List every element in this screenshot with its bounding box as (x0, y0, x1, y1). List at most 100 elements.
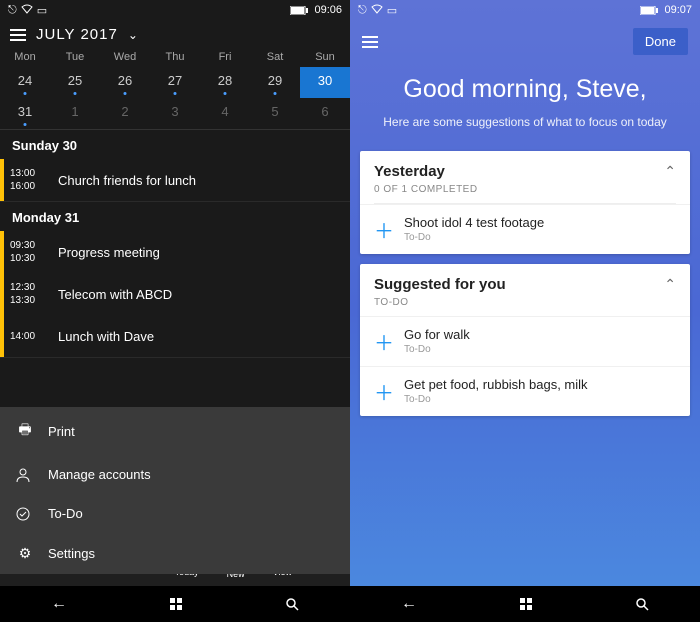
todo-source: To-Do (404, 394, 588, 405)
hamburger-icon[interactable] (10, 29, 26, 41)
day-cell[interactable]: 2 (100, 98, 150, 129)
hamburger-icon[interactable] (362, 36, 378, 48)
nav-bar: ← (350, 586, 700, 622)
week-row: 24 25 26 27 28 29 30 (0, 67, 350, 98)
day-cell-selected[interactable]: 30 (300, 67, 350, 98)
card-title: Yesterday (374, 163, 478, 180)
day-cell[interactable]: 29 (250, 67, 300, 98)
back-button[interactable]: ← (401, 595, 417, 613)
home-button[interactable] (169, 597, 183, 611)
search-button[interactable] (635, 597, 649, 611)
check-circle-icon (16, 507, 34, 521)
card-subtitle: TO-DO (374, 297, 506, 308)
chevron-down-icon[interactable]: ⌄ (128, 28, 138, 42)
card-header[interactable]: Suggested for you TO-DO ⌃ (360, 264, 690, 316)
person-icon (16, 468, 34, 482)
event-times: 14:00 (4, 326, 46, 347)
weekday-label: Sat (250, 51, 300, 63)
day-cell[interactable]: 3 (150, 98, 200, 129)
print-icon: 🖶 (16, 419, 34, 443)
event-title: Progress meeting (46, 245, 160, 260)
agenda-day-title: Sunday 30 (0, 130, 350, 159)
todo-title: Go for walk (404, 327, 470, 342)
event-row[interactable]: 12:3013:30 Telecom with ABCD (0, 273, 350, 315)
battery-icon (290, 6, 308, 15)
menu-settings[interactable]: ⚙ Settings (0, 533, 350, 574)
event-row[interactable]: 14:00 Lunch with Dave (0, 315, 350, 357)
menu-label: To-Do (48, 506, 83, 521)
chevron-up-icon[interactable]: ⌃ (664, 163, 676, 180)
weekday-label: Mon (0, 51, 50, 63)
event-title: Lunch with Dave (46, 329, 154, 344)
todo-item[interactable]: ＋ Get pet food, rubbish bags, milk To-Do (360, 366, 690, 416)
day-cell[interactable]: 28 (200, 67, 250, 98)
card-yesterday: Yesterday 0 OF 1 COMPLETED ⌃ ＋ Shoot ido… (360, 151, 690, 254)
menu-print[interactable]: 🖶 Print (0, 407, 350, 455)
card-header[interactable]: Yesterday 0 OF 1 COMPLETED ⌃ (360, 151, 690, 203)
menu-manage-accounts[interactable]: Manage accounts (0, 455, 350, 494)
month-title[interactable]: JULY 2017 (36, 26, 118, 43)
greeting-subtitle: Here are some suggestions of what to foc… (374, 114, 676, 131)
todo-item[interactable]: ＋ Shoot idol 4 test footage To-Do (360, 204, 690, 254)
menu-todo[interactable]: To-Do (0, 494, 350, 533)
todo-item[interactable]: ＋ Go for walk To-Do (360, 316, 690, 366)
todo-source: To-Do (404, 344, 470, 355)
day-cell[interactable]: 26 (100, 67, 150, 98)
card-title: Suggested for you (374, 276, 506, 293)
event-times: 12:3013:30 (4, 277, 46, 311)
event-row[interactable]: 13:0016:00 Church friends for lunch (0, 159, 350, 201)
chevron-up-icon[interactable]: ⌃ (664, 276, 676, 293)
todo-app: ⎋ ▭ 09:07 Done Good morning, Steve, Here… (350, 0, 700, 622)
event-times: 09:3010:30 (4, 235, 46, 269)
status-bar: ⎋ ▭ 09:06 (0, 0, 350, 20)
weekday-label: Wed (100, 51, 150, 63)
day-cell[interactable]: 27 (150, 67, 200, 98)
calendar-app: ⎋ ▭ 09:06 JULY 2017 ⌄ Mon Tue Wed Thu Fr… (0, 0, 350, 622)
location-icon: ⎋ (358, 4, 367, 17)
message-icon: ▭ (387, 4, 397, 17)
back-button[interactable]: ← (51, 595, 67, 613)
weekday-row: Mon Tue Wed Thu Fri Sat Sun (0, 47, 350, 67)
add-icon[interactable]: ＋ (374, 215, 392, 244)
menu-label: Print (48, 424, 75, 439)
done-button[interactable]: Done (633, 28, 688, 55)
agenda-day: Sunday 30 13:0016:00 Church friends for … (0, 130, 350, 202)
search-button[interactable] (285, 597, 299, 611)
cards-container: Yesterday 0 OF 1 COMPLETED ⌃ ＋ Shoot ido… (350, 151, 700, 416)
more-menu: 🖶 Print Manage accounts To-Do ⚙ Settings (0, 407, 350, 574)
calendar-header: JULY 2017 ⌄ (0, 20, 350, 47)
event-title: Telecom with ABCD (46, 287, 172, 302)
day-cell[interactable]: 6 (300, 98, 350, 129)
add-icon[interactable]: ＋ (374, 377, 392, 406)
day-cell[interactable]: 1 (50, 98, 100, 129)
add-icon[interactable]: ＋ (374, 327, 392, 356)
day-cell[interactable]: 4 (200, 98, 250, 129)
event-title: Church friends for lunch (46, 173, 196, 188)
weekday-label: Sun (300, 51, 350, 63)
event-row[interactable]: 09:3010:30 Progress meeting (0, 231, 350, 273)
greeting: Good morning, Steve, Here are some sugge… (350, 63, 700, 151)
spacer (350, 416, 700, 586)
todo-title: Get pet food, rubbish bags, milk (404, 377, 588, 392)
event-times: 13:0016:00 (4, 163, 46, 197)
todo-title: Shoot idol 4 test footage (404, 215, 544, 230)
day-cell[interactable]: 5 (250, 98, 300, 129)
location-icon: ⎋ (8, 4, 17, 17)
status-time: 09:07 (664, 4, 692, 16)
battery-icon (640, 6, 658, 15)
todo-source: To-Do (404, 232, 544, 243)
card-subtitle: 0 OF 1 COMPLETED (374, 184, 478, 195)
weekday-label: Thu (150, 51, 200, 63)
home-button[interactable] (519, 597, 533, 611)
day-cell[interactable]: 24 (0, 67, 50, 98)
day-cell[interactable]: 25 (50, 67, 100, 98)
day-cell[interactable]: 31 (0, 98, 50, 129)
status-bar: ⎋ ▭ 09:07 (350, 0, 700, 20)
weekday-label: Tue (50, 51, 100, 63)
menu-label: Manage accounts (48, 467, 151, 482)
menu-label: Settings (48, 546, 95, 561)
wifi-icon (21, 4, 33, 17)
status-time: 09:06 (314, 4, 342, 16)
agenda-day-title: Monday 31 (0, 202, 350, 231)
nav-bar: ← (0, 586, 350, 622)
